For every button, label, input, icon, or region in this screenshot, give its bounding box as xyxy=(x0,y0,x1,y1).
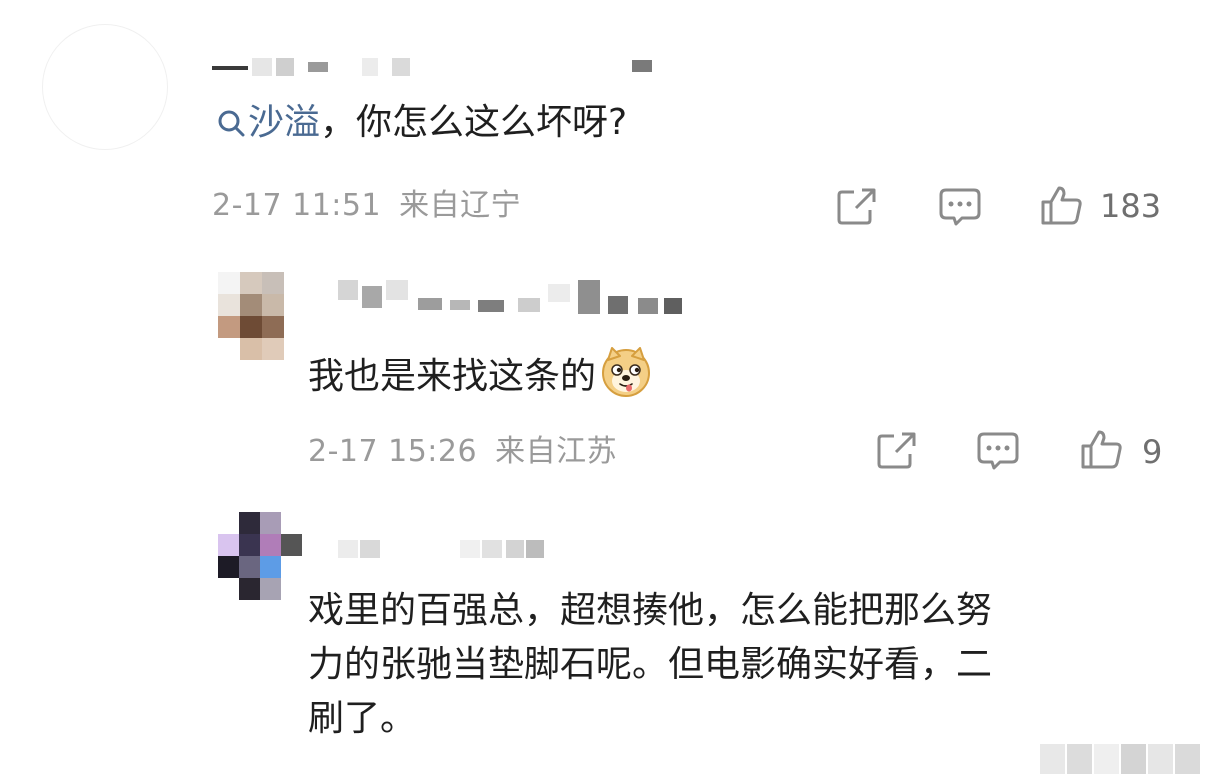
avatar[interactable] xyxy=(218,512,302,600)
timestamp: 2-17 11:51 xyxy=(212,188,382,223)
doge-emoji xyxy=(600,346,652,412)
location: 来自江苏 xyxy=(495,434,618,469)
like-count: 9 xyxy=(1142,433,1163,471)
comment-icon[interactable] xyxy=(938,186,982,228)
timestamp: 2-17 15:26 xyxy=(308,434,478,469)
thumbs-up-icon[interactable] xyxy=(1040,184,1084,226)
avatar[interactable] xyxy=(42,24,168,150)
avatar[interactable] xyxy=(218,272,306,360)
comment-text: 戏里的百强总，超想揍他，怎么能把那么努 力的张驰当垫脚石呢。但电影确实好看，二 … xyxy=(308,584,992,746)
share-icon[interactable] xyxy=(876,430,918,470)
comment-text: 我也是来找这条的 xyxy=(308,346,652,412)
comment-line: 戏里的百强总，超想揍他，怎么能把那么努 xyxy=(308,590,993,631)
comment-body: ，你怎么这么坏呀? xyxy=(320,102,628,143)
comment-body: 我也是来找这条的 xyxy=(308,356,597,397)
topic-label: 沙溢 xyxy=(248,102,321,143)
share-icon[interactable] xyxy=(836,186,878,226)
watermark-blurred xyxy=(1040,744,1200,774)
comment-meta: 2-17 15:26 来自江苏 xyxy=(308,432,617,472)
username-blurred[interactable] xyxy=(212,58,652,76)
search-icon xyxy=(216,102,246,152)
comment-icon[interactable] xyxy=(976,430,1020,472)
comment-line: 刷了。 xyxy=(308,698,417,739)
like-count: 183 xyxy=(1100,187,1162,225)
username-blurred[interactable] xyxy=(308,280,688,316)
thumbs-up-icon[interactable] xyxy=(1080,428,1124,470)
comment-text: 沙溢，你怎么这么坏呀? xyxy=(216,98,627,152)
location: 来自辽宁 xyxy=(399,188,522,223)
comment-meta: 2-17 11:51 来自辽宁 xyxy=(212,186,521,226)
topic-link[interactable]: 沙溢 xyxy=(216,102,320,143)
comment-line: 力的张驰当垫脚石呢。但电影确实好看，二 xyxy=(308,644,993,685)
username-blurred[interactable] xyxy=(310,540,550,558)
